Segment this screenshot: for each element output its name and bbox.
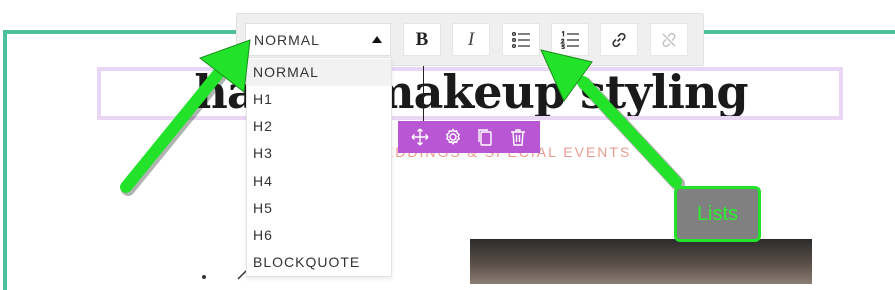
dropdown-option-h6[interactable]: H6 (247, 222, 391, 249)
numbered-list-icon (560, 30, 579, 49)
dropdown-option-h1[interactable]: H1 (247, 86, 391, 113)
dropdown-option-h3[interactable]: H3 (247, 140, 391, 167)
caret-up-icon (372, 36, 382, 43)
lists-callout-label: Lists (696, 202, 739, 225)
block-type-value: NORMAL (254, 32, 320, 48)
bullet-list-icon (511, 31, 530, 48)
italic-button[interactable]: I (452, 23, 490, 56)
text-cursor (423, 66, 424, 122)
link-button[interactable] (600, 23, 638, 56)
dropdown-option-h4[interactable]: H4 (247, 168, 391, 195)
numbered-list-button[interactable] (551, 23, 589, 56)
bullet-list-button[interactable] (502, 23, 540, 56)
bold-label: B (415, 28, 429, 50)
unlink-icon (662, 32, 676, 47)
dropdown-option-blockquote[interactable]: BLOCKQUOTE (247, 249, 391, 276)
italic-label: I (467, 28, 475, 50)
block-toolbar (398, 121, 540, 153)
bold-button[interactable]: B (403, 23, 441, 56)
dropdown-option-h2[interactable]: H2 (247, 113, 391, 140)
dropdown-option-normal[interactable]: NORMAL (247, 59, 391, 86)
delete-icon[interactable] (507, 126, 529, 148)
duplicate-icon[interactable] (474, 126, 496, 148)
block-type-select[interactable]: NORMAL (245, 23, 391, 56)
hero-photo (470, 239, 812, 284)
unlink-button[interactable] (650, 23, 688, 56)
lists-callout: Lists (674, 186, 761, 242)
move-icon[interactable] (409, 126, 431, 148)
block-type-dropdown: NORMAL H1 H2 H3 H4 H5 H6 BLOCKQUOTE (246, 57, 392, 277)
link-icon (612, 32, 626, 47)
heading-block-outline (97, 67, 843, 120)
dropdown-option-h5[interactable]: H5 (247, 195, 391, 222)
settings-icon[interactable] (442, 126, 464, 148)
